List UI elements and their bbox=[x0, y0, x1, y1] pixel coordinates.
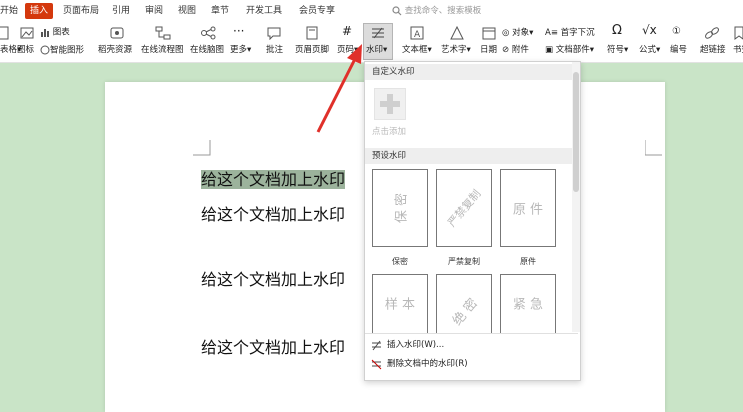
add-watermark-label: 点击添加 bbox=[372, 127, 407, 137]
doc-line-3[interactable]: 给这个文档加上水印 bbox=[201, 266, 345, 290]
bookmark-icon bbox=[734, 26, 743, 40]
ribbon-object[interactable]: ◎ 对象▾ bbox=[502, 28, 533, 39]
ribbon-formula[interactable]: 公式▾ bbox=[639, 45, 660, 56]
preset-watermark-header: 预设水印 bbox=[365, 148, 572, 164]
ribbon-symbol[interactable]: 符号▾ bbox=[607, 45, 628, 56]
ribbon-doc-parts[interactable]: ▣ 文档部件▾ bbox=[545, 45, 594, 56]
panel-divider bbox=[365, 333, 578, 334]
insert-watermark-icon bbox=[372, 340, 381, 351]
ribbon-smartart[interactable]: 智能图形 bbox=[40, 45, 84, 57]
ribbon-chart[interactable]: 图表 bbox=[40, 27, 70, 39]
doc-line-4[interactable]: 给这个文档加上水印 bbox=[201, 334, 345, 358]
insert-watermark-label: 插入水印(W)... bbox=[387, 340, 445, 350]
search-icon bbox=[392, 5, 402, 15]
ribbon-more[interactable]: 更多▾ bbox=[230, 45, 251, 56]
wordart-icon bbox=[450, 26, 464, 40]
ribbon-dropcap[interactable]: A≡ 首字下沉 bbox=[545, 28, 595, 39]
link-icon bbox=[705, 27, 719, 39]
tab-view[interactable]: 视图 bbox=[178, 3, 196, 19]
ribbon-mindmap[interactable]: 在线脑图 bbox=[190, 45, 224, 56]
textbox-icon: A bbox=[410, 26, 424, 40]
mindmap-icon bbox=[201, 26, 216, 40]
chart-icon bbox=[41, 29, 49, 37]
insert-ribbon: 表格▾ 图标 图表 智能图形 稻壳资源 在线流程图 在线脑图 ··· 更多▾ 批… bbox=[0, 22, 743, 63]
custom-watermark-header: 自定义水印 bbox=[365, 64, 572, 80]
preset-caption: 严禁复制 bbox=[448, 257, 480, 266]
preset-watermark-text: 绝 密 bbox=[450, 295, 481, 329]
doc-line-2[interactable]: 给这个文档加上水印 bbox=[201, 201, 345, 225]
preset-watermark-card[interactable]: 绝 密 bbox=[436, 274, 492, 333]
resource-icon bbox=[110, 27, 124, 39]
tab-home[interactable]: 开始 bbox=[0, 3, 18, 19]
tab-developer[interactable]: 开发工具 bbox=[246, 3, 282, 19]
preset-watermark-text: 样 本 bbox=[384, 297, 416, 313]
selected-text[interactable]: 给这个文档加上水印 bbox=[201, 170, 346, 189]
watermark-dropdown: 自定义水印 点击添加 预设水印 保 密 严禁复制 原 件 保密 严禁复制 原件 … bbox=[364, 61, 581, 381]
add-watermark-button[interactable] bbox=[374, 88, 406, 120]
numbering-icon: ① bbox=[672, 26, 681, 37]
formula-icon: √x bbox=[642, 23, 657, 37]
preset-watermark-card[interactable]: 原 件 bbox=[500, 169, 556, 247]
preset-caption: 保密 bbox=[392, 257, 408, 266]
delete-watermark-icon bbox=[371, 359, 382, 370]
preset-watermark-text: 保 密 bbox=[394, 192, 410, 224]
tab-page-layout[interactable]: 页面布局 bbox=[63, 3, 99, 19]
more-icon: ··· bbox=[233, 24, 245, 38]
preset-watermark-card[interactable]: 严禁复制 bbox=[436, 169, 492, 247]
smartart-icon bbox=[40, 45, 50, 55]
dropcap-icon: A≡ bbox=[545, 28, 558, 38]
annotation-arrow bbox=[316, 44, 362, 133]
tab-review[interactable]: 审阅 bbox=[145, 3, 163, 19]
watermark-icon bbox=[372, 27, 384, 39]
preset-caption: 原件 bbox=[520, 257, 536, 266]
tab-section[interactable]: 章节 bbox=[211, 3, 229, 19]
preset-watermark-text: 紧 急 bbox=[512, 297, 544, 313]
object-icon: ◎ bbox=[502, 28, 510, 38]
panel-scrollbar[interactable] bbox=[572, 62, 580, 332]
tab-member[interactable]: 会员专享 bbox=[299, 3, 335, 19]
plus-icon bbox=[380, 94, 400, 114]
ribbon-comment[interactable]: 批注 bbox=[266, 45, 283, 56]
attachment-icon: ⊘ bbox=[502, 45, 510, 55]
ribbon-textbox[interactable]: 文本框▾ bbox=[402, 45, 432, 56]
search-placeholder: 查找命令、搜索模板 bbox=[404, 6, 482, 16]
margin-corner-top-left bbox=[193, 140, 211, 156]
ribbon-bookmark[interactable]: 书签 bbox=[733, 45, 743, 56]
flowchart-icon bbox=[155, 26, 171, 40]
ribbon-attachment[interactable]: ⊘ 附件 bbox=[502, 45, 529, 56]
delete-watermark-label: 删除文档中的水印(R) bbox=[387, 359, 468, 369]
insert-watermark-item[interactable]: 插入水印(W)... bbox=[365, 335, 578, 355]
preset-watermark-text: 原 件 bbox=[512, 202, 544, 218]
ribbon-date[interactable]: 日期 bbox=[480, 45, 497, 56]
preset-watermark-text: 严禁复制 bbox=[445, 187, 484, 230]
image-icon bbox=[20, 27, 34, 39]
ribbon-resources[interactable]: 稻壳资源 bbox=[98, 45, 132, 56]
comment-icon bbox=[267, 27, 281, 40]
ribbon-hyperlink[interactable]: 超链接 bbox=[700, 45, 726, 56]
ribbon-wordart[interactable]: 艺术字▾ bbox=[441, 45, 471, 56]
tab-references[interactable]: 引用 bbox=[112, 3, 130, 19]
menu-bar: 开始 插入 页面布局 引用 审阅 视图 章节 开发工具 会员专享 查找命令、搜索… bbox=[0, 0, 743, 22]
margin-corner-top-right bbox=[645, 140, 662, 156]
preset-watermark-card[interactable]: 保 密 bbox=[372, 169, 428, 247]
command-search[interactable]: 查找命令、搜索模板 bbox=[392, 2, 481, 20]
doc-line-1[interactable]: 给这个文档加上水印 bbox=[201, 166, 346, 190]
ribbon-numbering[interactable]: 编号 bbox=[670, 45, 687, 56]
tab-insert[interactable]: 插入 bbox=[25, 3, 54, 19]
svg-text:A: A bbox=[414, 30, 421, 40]
symbol-icon: Ω bbox=[612, 23, 622, 38]
header-footer-icon bbox=[306, 26, 318, 40]
page-number-icon: # bbox=[342, 24, 353, 38]
table-icon bbox=[0, 26, 9, 40]
preset-row-2: 样 本 绝 密 紧 急 bbox=[365, 272, 572, 333]
preset-watermark-card[interactable]: 样 本 bbox=[372, 274, 428, 333]
preset-watermark-card[interactable]: 紧 急 bbox=[500, 274, 556, 333]
scrollbar-thumb[interactable] bbox=[573, 72, 579, 192]
parts-icon: ▣ bbox=[545, 45, 554, 55]
ribbon-icon-library[interactable]: 图标 bbox=[17, 45, 34, 56]
ribbon-flowchart[interactable]: 在线流程图 bbox=[141, 45, 184, 56]
date-icon bbox=[482, 27, 496, 40]
delete-watermark-item[interactable]: 删除文档中的水印(R) bbox=[365, 354, 578, 374]
